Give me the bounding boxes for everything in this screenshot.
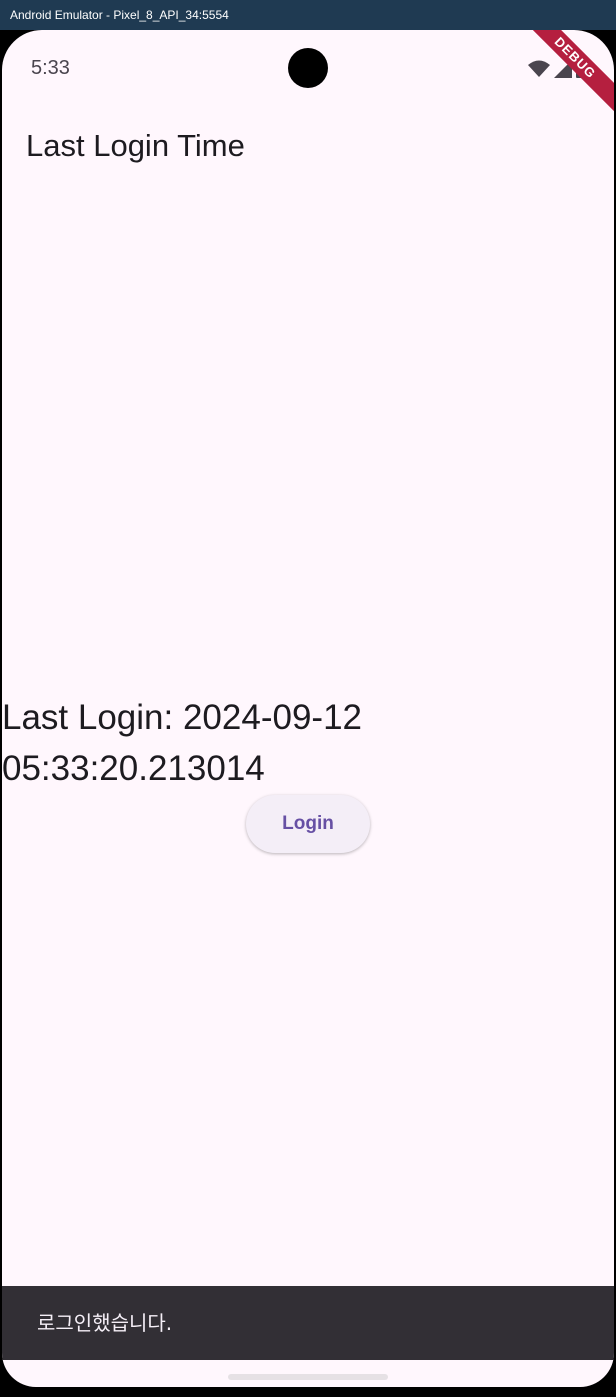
status-bar: 5:33 (2, 30, 614, 110)
app-bar-title: Last Login Time (26, 128, 245, 163)
emulator-window-title: Android Emulator - Pixel_8_API_34:5554 (0, 0, 616, 30)
gesture-nav-handle[interactable] (228, 1374, 388, 1380)
phone-screen: 5:33 DEBUG Last Login Time Last Login: 2… (2, 30, 614, 1387)
camera-cutout (288, 48, 328, 88)
last-login-text: Last Login: 2024-09-12 05:33:20.213014 (2, 698, 362, 788)
snackbar-message: 로그인했습니다. (37, 1311, 173, 1335)
login-button[interactable]: Login (246, 795, 370, 853)
snackbar: 로그인했습니다. (2, 1286, 614, 1360)
status-time: 5:33 (31, 57, 70, 79)
wifi-icon (528, 60, 550, 83)
